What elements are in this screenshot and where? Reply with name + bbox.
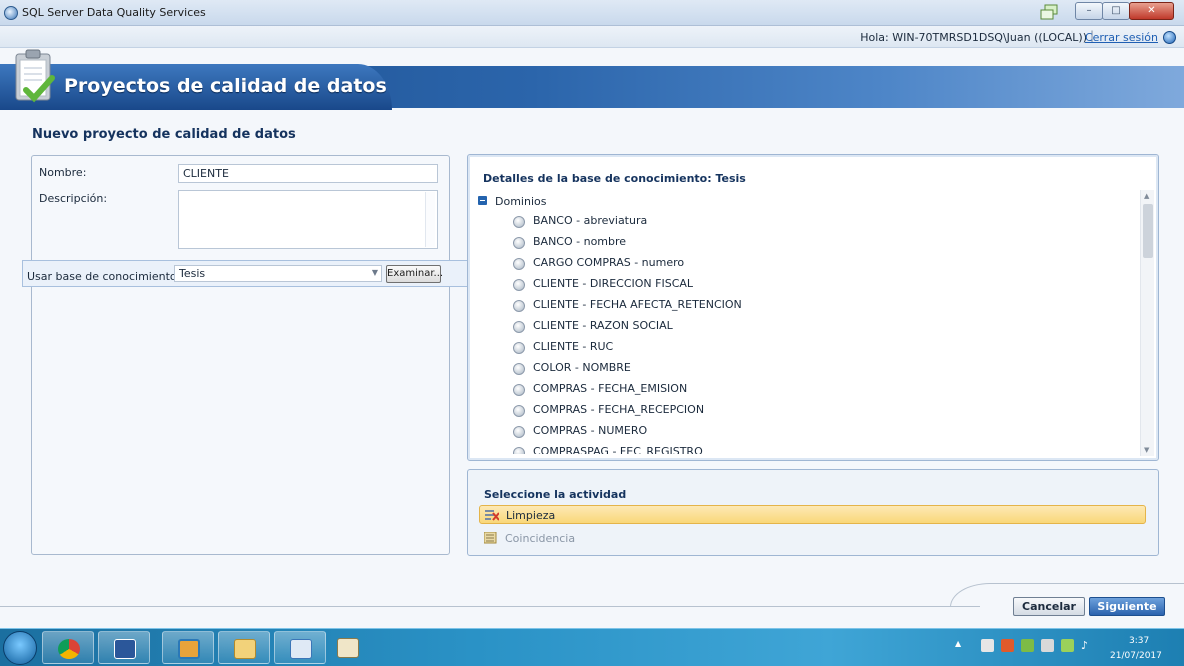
chrome-icon <box>58 639 80 659</box>
file-explorer-icon <box>234 639 256 659</box>
app-icon <box>178 639 200 659</box>
dqs-client-icon <box>290 639 312 659</box>
domain-icon <box>513 447 525 454</box>
show-hidden-icons-icon[interactable]: ▲ <box>955 639 968 652</box>
help-icon[interactable] <box>1163 31 1176 44</box>
update-icon[interactable] <box>1021 639 1034 652</box>
next-button[interactable]: Siguiente <box>1089 597 1165 616</box>
taskbar-app[interactable] <box>162 631 214 664</box>
start-button[interactable] <box>3 631 37 665</box>
domain-label: CLIENTE - RAZON SOCIAL <box>533 319 673 332</box>
clipboard-check-icon <box>15 49 55 103</box>
domain-icon <box>513 405 525 417</box>
description-scrollbar[interactable] <box>425 192 435 247</box>
domain-icon <box>513 237 525 249</box>
window-title: SQL Server Data Quality Services <box>22 6 206 19</box>
tree-root-label: Dominios <box>495 195 547 208</box>
page-banner: Proyectos de calidad de datos <box>0 48 1184 112</box>
banner-title: Proyectos de calidad de datos <box>64 75 387 97</box>
domain-label: CLIENTE - FECHA AFECTA_RETENCION <box>533 298 742 311</box>
volume-icon[interactable]: ♪ <box>1081 639 1094 652</box>
footer-divider <box>0 606 980 607</box>
domain-label: BANCO - nombre <box>533 235 627 248</box>
word-icon <box>114 639 136 659</box>
chevron-down-icon: ▼ <box>371 268 378 277</box>
taskbar-word[interactable] <box>98 631 150 664</box>
taskbar-chrome[interactable] <box>42 631 94 664</box>
scroll-down-icon[interactable]: ▼ <box>1144 446 1149 454</box>
matching-icon <box>484 532 497 544</box>
activity-title: Seleccione la actividad <box>484 488 627 501</box>
maximize-button[interactable]: □ <box>1102 2 1130 20</box>
domain-label: COMPRAS - FECHA_EMISION <box>533 382 688 395</box>
taskbar-tools[interactable] <box>322 631 374 664</box>
app-icon <box>4 6 18 20</box>
kb-select-value: Tesis <box>179 267 206 280</box>
activity-option-matching[interactable]: Coincidencia <box>479 529 1146 548</box>
description-label: Descripción: <box>39 192 108 205</box>
user-greeting: Hola: WIN-70TMRSD1DSQ\Juan ((LOCAL)) <box>860 31 1087 44</box>
tool-icon[interactable] <box>1001 639 1014 652</box>
clock-time[interactable]: 3:37 <box>1129 636 1149 646</box>
name-label: Nombre: <box>39 166 87 179</box>
domain-label: CLIENTE - RUC <box>533 340 614 353</box>
domain-icon <box>513 363 525 375</box>
domain-icon <box>513 300 525 312</box>
cancel-button[interactable]: Cancelar <box>1013 597 1085 616</box>
network-icon[interactable] <box>1061 639 1074 652</box>
browse-button[interactable]: Examinar... <box>386 265 443 283</box>
window-titlebar: SQL Server Data Quality Services – □ ✕ <box>0 0 1184 26</box>
domain-icon <box>513 321 525 333</box>
tools-icon <box>337 638 359 658</box>
signout-link[interactable]: Cerrar sesión <box>1085 31 1158 44</box>
kb-details-title: Detalles de la base de conocimiento: Tes… <box>483 172 746 185</box>
domain-label: COMPRAS - FECHA_RECEPCION <box>533 403 705 416</box>
knowledge-base-select[interactable]: Tesis ▼ <box>174 265 382 282</box>
minimize-button[interactable]: – <box>1075 2 1103 20</box>
page-title: Nuevo proyecto de calidad de datos <box>32 127 296 142</box>
collapse-icon[interactable] <box>478 196 487 205</box>
domain-label: COLOR - NOMBRE <box>533 361 631 374</box>
close-button[interactable]: ✕ <box>1129 2 1174 20</box>
domain-label: BANCO - abreviatura <box>533 214 648 227</box>
restore-window-icon[interactable] <box>1040 4 1058 20</box>
clock-date[interactable]: 21/07/2017 <box>1110 651 1162 661</box>
taskbar-dqs[interactable] <box>274 631 326 664</box>
domain-label: COMPRAS - NUMERO <box>533 424 648 437</box>
domains-scrollbar[interactable]: ▲ ▼ <box>1140 190 1154 456</box>
activity-label: Limpieza <box>506 509 556 522</box>
activity-label: Coincidencia <box>505 532 576 545</box>
action-center-icon[interactable] <box>981 639 994 652</box>
device-icon[interactable] <box>1041 639 1054 652</box>
taskbar-explorer[interactable] <box>218 631 270 664</box>
kb-label: Usar base de conocimiento: <box>27 270 181 283</box>
domain-icon <box>513 258 525 270</box>
name-input[interactable] <box>178 164 438 183</box>
domain-label: CLIENTE - DIRECCION FISCAL <box>533 277 694 290</box>
domain-label: CARGO COMPRAS - numero <box>533 256 685 269</box>
domain-icon <box>513 426 525 438</box>
domain-icon <box>513 279 525 291</box>
domain-icon <box>513 342 525 354</box>
domain-icon <box>513 384 525 396</box>
domains-tree: Dominios BANCO - abreviatura BANCO - nom… <box>475 190 1139 454</box>
scroll-up-icon[interactable]: ▲ <box>1144 192 1149 200</box>
activity-option-cleansing[interactable]: Limpieza <box>479 505 1146 524</box>
domain-label: COMPRASPAG - FEC_REGISTRO <box>533 445 703 454</box>
cleansing-icon <box>485 510 499 521</box>
scroll-thumb[interactable] <box>1143 204 1153 258</box>
description-input[interactable] <box>178 190 438 249</box>
user-strip: Hola: WIN-70TMRSD1DSQ\Juan ((LOCAL)) | C… <box>0 26 1184 48</box>
domain-icon <box>513 216 525 228</box>
